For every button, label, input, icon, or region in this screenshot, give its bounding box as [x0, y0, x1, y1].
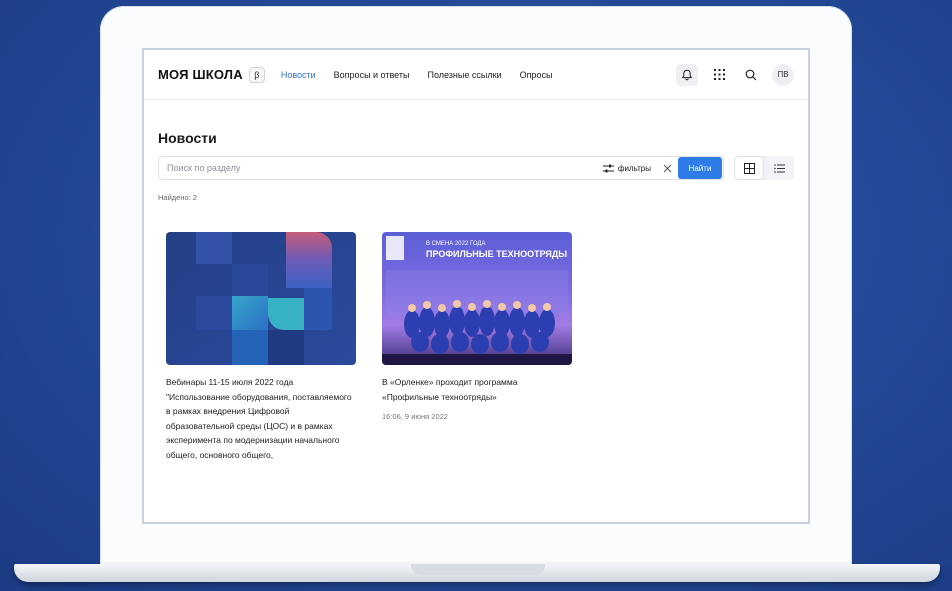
laptop-notch [411, 564, 545, 575]
nav-item-news[interactable]: Новости [281, 70, 316, 80]
news-cards: Вебинары 11-15 июля 2022 года "Использов… [166, 232, 794, 462]
results-count: Найдено: 2 [158, 193, 197, 202]
main-nav: Новости Вопросы и ответы Полезные ссылки… [281, 70, 571, 80]
user-avatar[interactable]: ПВ [772, 63, 794, 86]
logo[interactable]: МОЯ ШКОЛА [158, 67, 243, 82]
news-card[interactable]: В СМЕНА 2022 ГОДА ПРОФИЛЬНЫЕ ТЕХНООТРЯДЫ [382, 232, 572, 462]
search-row: фильтры Найти [158, 156, 794, 180]
apps-button[interactable] [708, 64, 730, 86]
find-button[interactable]: Найти [678, 157, 722, 179]
view-toggle [734, 156, 794, 180]
news-card[interactable]: Вебинары 11-15 июля 2022 года "Использов… [166, 232, 356, 462]
news-card-image[interactable]: В СМЕНА 2022 ГОДА ПРОФИЛЬНЫЕ ТЕХНООТРЯДЫ [382, 232, 572, 365]
nav-item-faq[interactable]: Вопросы и ответы [334, 70, 410, 80]
search-icon [745, 69, 757, 80]
main-content: Новости фильтры [144, 130, 808, 462]
clear-search-button[interactable] [663, 164, 672, 173]
nav-item-useful-links[interactable]: Полезные ссылки [427, 70, 501, 80]
search-button[interactable] [740, 64, 762, 86]
top-right-actions: ПВ [676, 63, 794, 86]
page-title: Новости [158, 130, 217, 146]
grid-view-button[interactable] [734, 156, 764, 180]
close-icon [663, 164, 672, 172]
news-card-image[interactable] [166, 232, 356, 365]
apps-grid-icon [713, 69, 725, 80]
list-view-icon [773, 163, 785, 173]
search-box: фильтры Найти [158, 156, 724, 180]
top-bar: МОЯ ШКОЛА β Новости Вопросы и ответы Пол… [144, 50, 808, 100]
news-card-date: 16:06, 9 июня 2022 [382, 412, 448, 421]
filter-sliders-icon [602, 164, 614, 172]
notifications-button[interactable] [676, 63, 698, 86]
browser-screen: МОЯ ШКОЛА β Новости Вопросы и ответы Пол… [142, 48, 810, 524]
grid-view-icon [743, 162, 755, 174]
photo-caption-big: ПРОФИЛЬНЫЕ ТЕХНООТРЯДЫ [426, 249, 567, 259]
news-card-title[interactable]: В «Орленке» проходит программа «Профильн… [382, 375, 572, 404]
news-card-title[interactable]: Вебинары 11-15 июля 2022 года "Использов… [166, 375, 356, 462]
filters-label: фильтры [617, 163, 651, 173]
group-photo-illustration: В СМЕНА 2022 ГОДА ПРОФИЛЬНЫЕ ТЕХНООТРЯДЫ [382, 236, 572, 365]
photo-caption-small: В СМЕНА 2022 ГОДА [426, 241, 485, 247]
nav-item-polls[interactable]: Опросы [520, 70, 553, 80]
search-input[interactable] [165, 162, 603, 174]
bell-icon [681, 69, 693, 80]
beta-badge: β [248, 66, 265, 83]
list-view-button[interactable] [764, 156, 794, 180]
abstract-logo-illustration [166, 232, 356, 365]
filters-button[interactable]: фильтры [602, 163, 651, 173]
